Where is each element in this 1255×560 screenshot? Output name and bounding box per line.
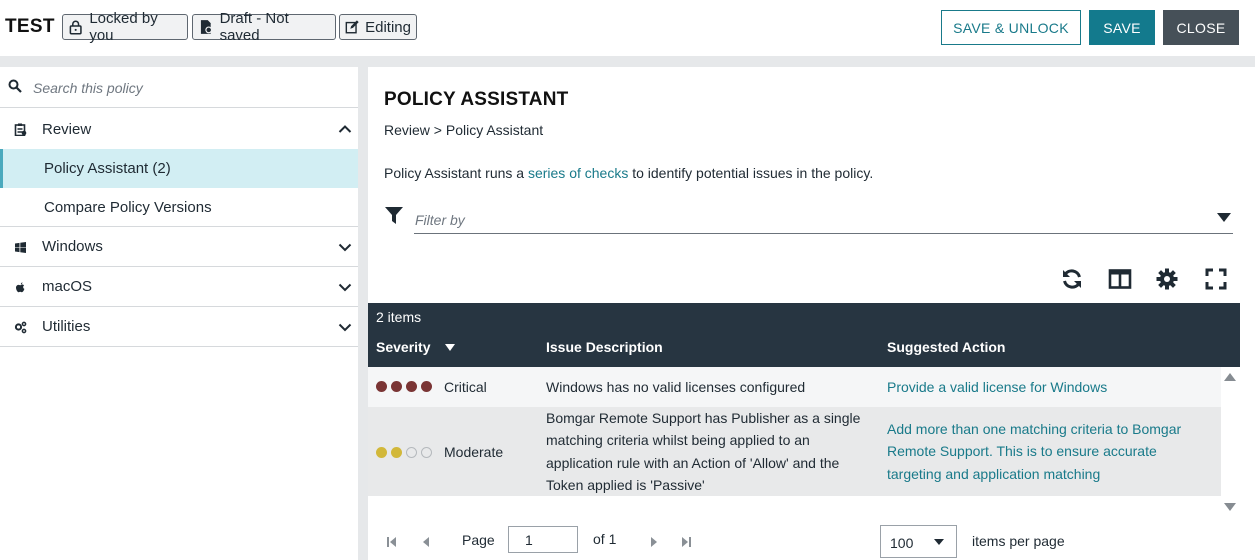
severity-label: Moderate [444, 444, 504, 460]
draft-status-label: Draft - Not saved [219, 10, 289, 44]
lock-icon [69, 20, 82, 35]
columns-icon[interactable] [1108, 267, 1132, 291]
save-button[interactable]: SAVE [1089, 10, 1155, 45]
table-row[interactable]: Critical Windows has no valid licenses c… [368, 367, 1221, 407]
first-page-icon[interactable] [387, 537, 397, 547]
edit-icon [345, 20, 359, 34]
severity-dot [376, 447, 387, 458]
item-count: 2 items [376, 309, 422, 325]
suggested-action-link[interactable]: Add more than one matching criteria to B… [887, 418, 1212, 485]
locked-status-chip: Locked by you [62, 10, 188, 44]
policy-navigation-sidebar: Search this policy Review Policy Assista… [0, 67, 358, 560]
review-clipboard-icon [14, 123, 27, 136]
apple-logo-icon [16, 282, 25, 293]
caret-down-icon[interactable] [1217, 213, 1231, 222]
close-button[interactable]: CLOSE [1163, 10, 1239, 45]
sidebar-item-review[interactable]: Review [0, 109, 358, 149]
locked-status-label: Locked by you [89, 10, 158, 44]
issue-description: Windows has no valid licenses configured [546, 379, 806, 395]
scroll-down-icon[interactable] [1224, 503, 1236, 511]
policy-title: TEST [5, 16, 55, 37]
filter-input[interactable]: Filter by [415, 212, 465, 228]
page-description: Policy Assistant runs a series of checks… [384, 165, 873, 181]
items-per-page-label: items per page [972, 533, 1065, 549]
chevron-up-icon[interactable] [338, 123, 352, 135]
caret-down-icon [934, 539, 944, 545]
sidebar-item-label: macOS [42, 278, 93, 295]
sidebar-item-label: Windows [42, 238, 103, 255]
grid-header: 2 items Severity Issue Description Sugge… [368, 303, 1240, 367]
severity-dot [421, 447, 432, 458]
editing-status-label: Editing [365, 18, 411, 36]
column-header-issue-description[interactable]: Issue Description [546, 339, 663, 355]
chevron-down-icon[interactable] [338, 241, 352, 253]
editing-status-chip: Editing [339, 14, 417, 40]
severity-dot [376, 381, 387, 392]
page-number-input[interactable]: 1 [508, 526, 578, 553]
policy-assistant-panel: POLICY ASSISTANT Review > Policy Assista… [368, 67, 1255, 560]
severity-indicator [376, 447, 436, 458]
gears-icon [14, 321, 27, 334]
scroll-up-icon[interactable] [1224, 373, 1236, 381]
page-total-label: of 1 [593, 531, 617, 547]
grid-pager: Page 1 of 1 100 items per page [368, 517, 1240, 560]
sidebar-item-utilities[interactable]: Utilities [0, 307, 358, 347]
table-row[interactable]: Moderate Bomgar Remote Support has Publi… [368, 407, 1221, 496]
last-page-icon[interactable] [681, 537, 691, 547]
sidebar-item-label: Review [42, 120, 92, 138]
page-title: POLICY ASSISTANT [384, 89, 569, 110]
items-per-page-select[interactable]: 100 [880, 525, 957, 558]
description-text: to identify potential issues in the poli… [628, 165, 874, 181]
sidebar-item-macos[interactable]: macOS [0, 267, 358, 307]
column-header-suggested-action[interactable]: Suggested Action [887, 339, 1006, 355]
policy-search[interactable]: Search this policy [0, 67, 358, 108]
sidebar-item-policy-assistant[interactable]: Policy Assistant (2) [0, 149, 358, 188]
description-text: Policy Assistant runs a [384, 165, 528, 181]
severity-dot [421, 381, 432, 392]
breadcrumb: Review > Policy Assistant [384, 122, 544, 138]
draft-status-chip: Draft - Not saved [192, 10, 336, 44]
filter-dropdown[interactable]: Filter by [414, 203, 1233, 234]
severity-dot [391, 381, 402, 392]
suggested-action-link[interactable]: Provide a valid license for Windows [887, 376, 1212, 398]
severity-dot [391, 447, 402, 458]
issue-description: Bomgar Remote Support has Publisher as a… [546, 410, 861, 493]
sort-descending-icon[interactable] [445, 344, 455, 351]
search-icon [8, 79, 22, 93]
page-label: Page [462, 532, 495, 548]
next-page-icon[interactable] [649, 537, 659, 547]
sidebar-item-label: Policy Assistant (2) [44, 160, 171, 177]
sidebar-item-compare-policy-versions[interactable]: Compare Policy Versions [0, 188, 358, 227]
severity-indicator [376, 381, 436, 392]
policy-header: TEST Locked by you Draft - Not saved Edi… [0, 0, 1255, 56]
fullscreen-icon[interactable] [1204, 267, 1228, 291]
severity-label: Critical [444, 379, 487, 395]
column-header-severity[interactable]: Severity [376, 339, 430, 355]
items-per-page-value: 100 [890, 535, 914, 551]
severity-dot [406, 381, 417, 392]
windows-logo-icon [15, 242, 26, 253]
settings-gear-icon[interactable] [1155, 267, 1179, 291]
severity-dot [406, 447, 417, 458]
grid-scrollbar[interactable] [1221, 367, 1240, 517]
filter-icon [385, 207, 403, 224]
search-input[interactable]: Search this policy [33, 80, 143, 96]
series-of-checks-link[interactable]: series of checks [528, 165, 628, 181]
chevron-down-icon[interactable] [338, 281, 352, 293]
sidebar-item-label: Compare Policy Versions [44, 198, 212, 216]
refresh-icon[interactable] [1060, 267, 1084, 291]
draft-document-icon [200, 20, 213, 34]
sidebar-item-label: Utilities [42, 318, 91, 335]
sidebar-item-windows[interactable]: Windows [0, 227, 358, 267]
save-and-unlock-button[interactable]: SAVE & UNLOCK [941, 10, 1081, 45]
previous-page-icon[interactable] [421, 537, 431, 547]
chevron-down-icon[interactable] [338, 321, 352, 333]
